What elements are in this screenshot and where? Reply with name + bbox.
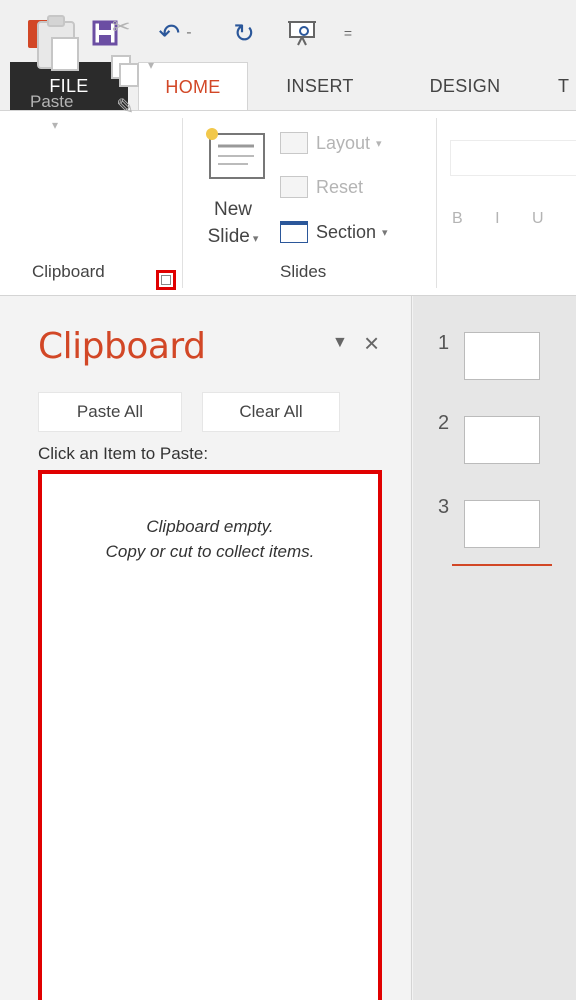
- layout-button[interactable]: Layout ▾: [280, 128, 382, 158]
- slide-number: 2: [438, 412, 450, 434]
- clipboard-empty-message: Clipboard empty. Copy or cut to collect …: [105, 517, 315, 561]
- chevron-down-icon: ▾: [376, 137, 382, 150]
- new-slide-button[interactable]: New Slide ▾: [198, 196, 268, 253]
- undo-dropdown-icon[interactable]: -: [186, 24, 191, 42]
- clear-all-button[interactable]: Clear All: [202, 392, 340, 432]
- copy-icon[interactable]: [110, 54, 140, 88]
- close-icon[interactable]: ×: [364, 328, 379, 359]
- ribbon-group-divider: [436, 118, 437, 288]
- ribbon-group-divider: [182, 118, 183, 288]
- slide-thumbnail[interactable]: [464, 332, 540, 380]
- quick-access-toolbar: P ↶- ↻ =: [0, 0, 576, 62]
- slide-thumbnails-pane: [413, 296, 576, 1000]
- pane-options-icon[interactable]: ▼: [332, 334, 348, 352]
- undo-button[interactable]: ↶ -: [146, 18, 204, 48]
- undo-icon: ↶: [158, 17, 181, 48]
- clipboard-pane-title: Clipboard: [38, 326, 206, 367]
- font-name-box[interactable]: [450, 140, 576, 176]
- new-slide-icon[interactable]: [204, 128, 268, 184]
- paste-icon[interactable]: [34, 12, 80, 72]
- paste-hint-label: Click an Item to Paste:: [38, 444, 209, 463]
- font-format-buttons[interactable]: B I U: [452, 210, 558, 228]
- slide-insertion-marker: [452, 564, 552, 566]
- slide-number: 1: [438, 332, 450, 354]
- slides-group-label: Slides: [280, 262, 327, 281]
- redo-icon: ↻: [233, 17, 255, 48]
- clipboard-group-label: Clipboard: [32, 262, 105, 281]
- clipboard-items-list[interactable]: Clipboard empty. Copy or cut to collect …: [38, 470, 382, 1000]
- copy-dropdown-icon[interactable]: ▾: [148, 58, 154, 72]
- slide-number: 3: [438, 496, 450, 518]
- section-button[interactable]: Section ▾: [280, 217, 388, 247]
- layout-icon: [280, 132, 308, 154]
- paste-button-label[interactable]: Paste: [30, 92, 73, 112]
- ribbon-tabs: FILE HOME INSERT DESIGN T: [0, 62, 576, 111]
- chevron-down-icon: ▾: [249, 233, 259, 245]
- tab-transitions[interactable]: T: [558, 62, 576, 110]
- format-painter-icon[interactable]: ✎: [116, 94, 134, 120]
- cut-icon[interactable]: ✂: [112, 14, 130, 40]
- customize-qat-button[interactable]: =: [338, 18, 358, 48]
- new-slide-label-line2: Slide ▾: [207, 226, 259, 247]
- redo-button[interactable]: ↻: [226, 18, 262, 48]
- clipboard-dialog-launcher-button[interactable]: [156, 270, 176, 290]
- paste-dropdown-icon[interactable]: ▾: [52, 118, 58, 132]
- presentation-icon: [288, 21, 316, 46]
- paste-all-button[interactable]: Paste All: [38, 392, 182, 432]
- chevron-down-icon: ▾: [382, 226, 388, 239]
- reset-button[interactable]: Reset: [280, 172, 363, 202]
- section-icon: [280, 221, 308, 243]
- reset-icon: [280, 176, 308, 198]
- tab-design[interactable]: DESIGN: [410, 62, 520, 110]
- start-from-beginning-button[interactable]: [282, 18, 322, 48]
- slide-thumbnail[interactable]: [464, 416, 540, 464]
- tab-home[interactable]: HOME: [138, 62, 248, 111]
- tab-insert[interactable]: INSERT: [270, 62, 370, 110]
- dialog-launcher-icon: [161, 275, 171, 285]
- slide-thumbnail[interactable]: [464, 500, 540, 548]
- new-slide-label-line1: New: [213, 199, 252, 220]
